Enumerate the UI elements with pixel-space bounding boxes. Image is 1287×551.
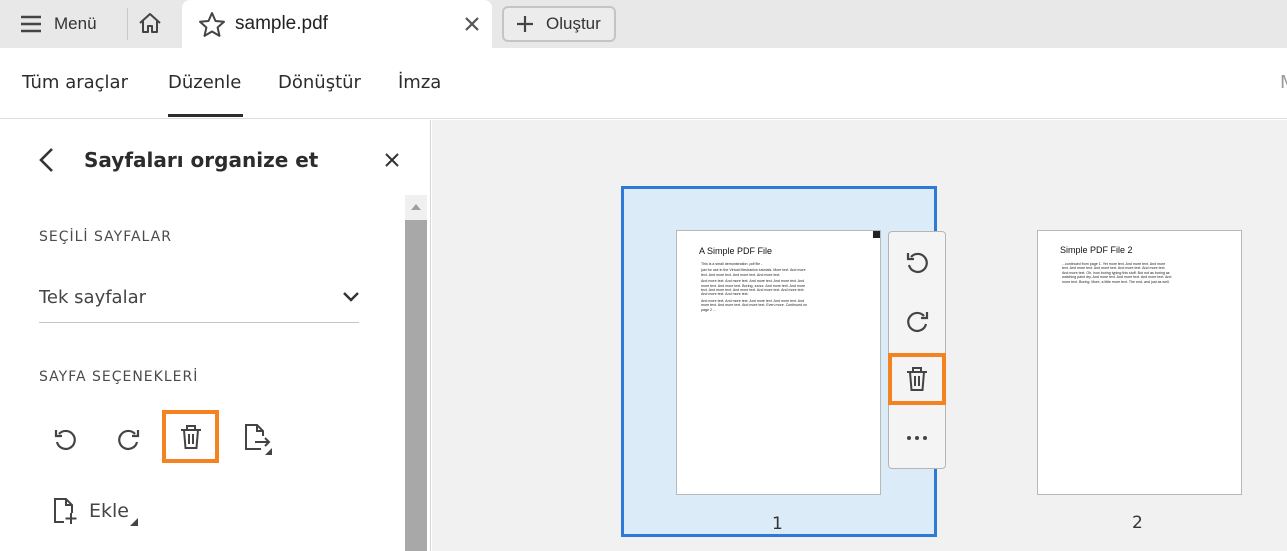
active-tab-indicator bbox=[168, 114, 243, 117]
selected-pages-heading: SEÇİLİ SAYFALAR bbox=[39, 229, 172, 245]
tab-bar: Menü sample.pdf Oluştur bbox=[0, 0, 1287, 48]
page-options-heading: SAYFA SEÇENEKLERİ bbox=[39, 369, 199, 385]
page-floating-toolbar bbox=[888, 231, 946, 469]
tool-edit[interactable]: Düzenle bbox=[168, 72, 241, 93]
tool-sign[interactable]: İmza bbox=[398, 72, 441, 93]
divider bbox=[127, 8, 128, 40]
star-icon[interactable] bbox=[198, 11, 226, 38]
back-arrow-icon[interactable] bbox=[37, 147, 57, 173]
rotate-left-icon bbox=[906, 252, 928, 273]
selection-value: Tek sayfalar bbox=[39, 287, 147, 308]
create-label: Oluştur bbox=[546, 14, 601, 33]
document-tab[interactable]: sample.pdf bbox=[182, 0, 492, 48]
paragraph: And more text. And more text. And more t… bbox=[701, 298, 808, 312]
page-number-2: 2 bbox=[1132, 513, 1143, 533]
page-1-title: A Simple PDF File bbox=[699, 246, 773, 256]
close-tab-icon[interactable] bbox=[464, 16, 480, 32]
tab-title: sample.pdf bbox=[235, 13, 328, 34]
chevron-down-icon bbox=[343, 292, 359, 302]
tool-overflow[interactable]: M bbox=[1280, 72, 1287, 93]
trash-icon bbox=[907, 367, 927, 391]
extract-page-icon[interactable] bbox=[243, 423, 273, 455]
plus-icon bbox=[517, 16, 533, 32]
insert-label: Ekle bbox=[89, 500, 129, 522]
rotate-right-icon[interactable] bbox=[116, 427, 141, 452]
rotate-left-icon[interactable] bbox=[53, 427, 78, 452]
menu-label: Menü bbox=[54, 14, 97, 33]
panel-title: Sayfaları organize et bbox=[84, 148, 319, 172]
paragraph: ...continued from page 1. Yet more text.… bbox=[1062, 262, 1172, 284]
delete-page-button[interactable] bbox=[888, 353, 946, 405]
page-2-body: ...continued from page 1. Yet more text.… bbox=[1062, 262, 1172, 286]
page-thumbnail-area: A Simple PDF File This is a small demons… bbox=[432, 120, 1287, 551]
close-panel-icon[interactable] bbox=[385, 153, 399, 167]
delete-page-button[interactable] bbox=[162, 410, 219, 463]
scroll-up-icon[interactable] bbox=[411, 204, 421, 210]
tool-all-tools[interactable]: Tüm araçlar bbox=[22, 72, 128, 93]
page-1-body: This is a small demonstration .pdf file … bbox=[701, 262, 811, 314]
page-2-title: Simple PDF File 2 bbox=[1060, 245, 1133, 255]
panel-scrollbar[interactable] bbox=[405, 195, 427, 551]
page-thumbnail-2[interactable]: Simple PDF File 2 ...continued from page… bbox=[1037, 230, 1242, 495]
more-icon bbox=[907, 436, 927, 440]
more-options-button[interactable] bbox=[889, 410, 945, 466]
paragraph: This is a small demonstration .pdf file … bbox=[701, 262, 763, 266]
insert-button[interactable]: Ekle bbox=[53, 497, 129, 525]
rotate-left-button[interactable] bbox=[889, 234, 945, 290]
create-button[interactable]: Oluştur bbox=[502, 6, 616, 42]
tool-convert[interactable]: Dönüştür bbox=[278, 72, 361, 93]
insert-dropdown-indicator bbox=[130, 518, 138, 526]
page-1-preview: A Simple PDF File This is a small demons… bbox=[676, 230, 881, 495]
hamburger-icon bbox=[21, 15, 41, 33]
scrollbar-thumb[interactable] bbox=[405, 220, 427, 551]
trash-icon bbox=[180, 424, 201, 449]
menu-button[interactable]: Menü bbox=[20, 10, 97, 38]
home-button[interactable] bbox=[137, 11, 163, 35]
page-selection-dropdown[interactable]: Tek sayfalar bbox=[39, 280, 359, 323]
rotate-right-button[interactable] bbox=[889, 293, 945, 349]
page-number-1: 1 bbox=[772, 514, 783, 534]
home-icon bbox=[139, 13, 161, 33]
paragraph: just for use in the Virtual Mechanics tu… bbox=[701, 268, 806, 277]
insert-page-icon bbox=[54, 498, 77, 524]
rotate-right-icon bbox=[906, 311, 928, 332]
top-toolbar: Tüm araçlar Düzenle Dönüştür İmza M bbox=[0, 48, 1287, 119]
page-marker-icon bbox=[873, 231, 880, 238]
paragraph: And more text. And more text. And more t… bbox=[701, 279, 806, 297]
organize-pages-panel: Sayfaları organize et SEÇİLİ SAYFALAR Te… bbox=[0, 120, 431, 551]
